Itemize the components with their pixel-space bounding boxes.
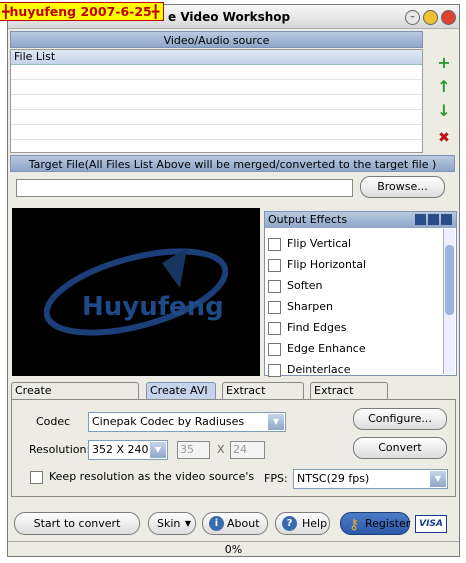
video-preview: Huyufeng — [12, 208, 260, 376]
close-button[interactable] — [441, 10, 456, 25]
file-list-header: File List — [11, 50, 422, 65]
effects-scrollbar[interactable] — [443, 229, 455, 374]
arrow-down-icon: ↓ — [437, 101, 451, 120]
chevron-down-icon[interactable] — [428, 214, 439, 225]
help-icon: ? — [282, 516, 297, 531]
effect-checkbox[interactable] — [268, 321, 281, 335]
effect-label: Edge Enhance — [287, 342, 366, 355]
effect-item[interactable]: Flip Vertical — [268, 234, 351, 253]
browse-button[interactable]: Browse... — [360, 176, 445, 198]
effect-label: Sharpen — [287, 300, 333, 313]
width-input[interactable]: 35 — [177, 441, 210, 459]
effects-header: Output Effects — [265, 212, 456, 228]
tab-extract-image[interactable]: Extract Image — [310, 382, 388, 413]
tab-create-vcd-svcd-dvd[interactable]: Create VCD/SVCD/DVD — [11, 382, 139, 413]
effects-menu-icon[interactable] — [415, 214, 426, 225]
tab-extract-audio[interactable]: Extract Audio — [222, 382, 304, 413]
window-title-prefix: e — [168, 10, 177, 24]
effect-checkbox[interactable] — [268, 237, 281, 251]
codec-label: Codec — [36, 415, 71, 428]
target-file-input[interactable] — [16, 179, 353, 197]
effect-item[interactable]: Flip Horizontal — [268, 255, 366, 274]
target-header: Target File(All Files List Above will be… — [10, 155, 455, 172]
codec-value: Cinepak Codec by Radiuses — [92, 415, 245, 428]
chevron-down-icon[interactable]: ▼ — [430, 471, 446, 487]
file-list[interactable]: File List — [10, 49, 423, 153]
source-header: Video/Audio source — [10, 31, 423, 48]
add-file-button[interactable]: + — [433, 53, 455, 73]
keep-resolution-checkbox[interactable] — [30, 470, 43, 484]
effect-item[interactable]: Find Edges — [268, 318, 346, 337]
configure-button[interactable]: Configure... — [353, 408, 447, 430]
keep-resolution-label: Keep resolution as the video source's — [49, 470, 255, 483]
effect-label: Find Edges — [287, 321, 347, 334]
list-item[interactable] — [11, 110, 422, 125]
help-button[interactable]: ? Help — [275, 512, 330, 535]
resolution-select[interactable]: 352 X 240 ▼ — [88, 440, 168, 460]
info-icon: i — [209, 516, 224, 531]
height-input[interactable]: 24 — [230, 441, 265, 459]
move-up-button[interactable]: ↑ — [433, 77, 455, 97]
arrow-up-icon: ↑ — [437, 77, 451, 96]
list-item[interactable] — [11, 95, 422, 110]
effect-label: Deinterlace — [287, 363, 351, 376]
minimize-button[interactable]: – — [405, 10, 420, 25]
effect-label: Soften — [287, 279, 323, 292]
plus-icon: + — [437, 53, 451, 72]
keep-resolution-option[interactable]: Keep resolution as the video source's — [30, 470, 254, 484]
effect-item[interactable]: Deinterlace — [268, 360, 350, 379]
window-title-wrap: e Video Workshop — [168, 10, 290, 24]
list-item[interactable] — [11, 125, 422, 140]
chevron-down-icon[interactable]: ▼ — [150, 442, 166, 458]
convert-button[interactable]: Convert — [353, 437, 447, 459]
effect-label: Flip Horizontal — [287, 258, 367, 271]
skin-label: Skin — [157, 517, 181, 530]
about-label: About — [227, 517, 260, 530]
tab-create-avi[interactable]: Create AVI — [146, 382, 216, 399]
window-title: Video Workshop — [180, 10, 291, 24]
about-button[interactable]: i About — [202, 512, 268, 535]
delete-x-icon: ✖ — [438, 130, 450, 146]
register-button[interactable]: ⚷ Register — [340, 512, 410, 535]
resolution-label: Resolution: — [29, 443, 91, 456]
effect-checkbox[interactable] — [268, 258, 281, 272]
effect-item[interactable]: Soften — [268, 276, 322, 295]
effect-item[interactable]: Sharpen — [268, 297, 333, 316]
chevron-up-icon[interactable] — [441, 214, 452, 225]
size-separator: X — [217, 443, 225, 456]
effect-item[interactable]: Edge Enhance — [268, 339, 366, 358]
effect-label: Flip Vertical — [287, 237, 352, 250]
help-label: Help — [302, 517, 328, 530]
progress-text: 0% — [224, 543, 243, 556]
remove-file-button[interactable]: ✖ — [433, 128, 455, 148]
codec-select[interactable]: Cinepak Codec by Radiuses ▼ — [88, 412, 286, 432]
chevron-down-icon[interactable]: ▼ — [268, 414, 284, 430]
effect-checkbox[interactable] — [268, 342, 281, 356]
visa-logo: VISA — [415, 515, 447, 533]
resolution-value: 352 X 240 — [92, 443, 149, 456]
create-avi-panel: Codec Cinepak Codec by Radiuses ▼ Configu… — [11, 399, 456, 497]
effect-checkbox[interactable] — [268, 363, 281, 377]
watermark-banner: ╋huyufeng 2007-6-25╋ — [0, 2, 165, 21]
list-item[interactable] — [11, 80, 422, 95]
list-item[interactable] — [11, 65, 422, 80]
skin-button[interactable]: Skin ▼ — [148, 512, 196, 535]
effect-checkbox[interactable] — [268, 300, 281, 314]
move-down-button[interactable]: ↓ — [433, 101, 455, 121]
progress-bar: 0% — [8, 541, 459, 556]
chevron-down-icon: ▼ — [184, 519, 191, 528]
effect-checkbox[interactable] — [268, 279, 281, 293]
output-effects-panel: Output Effects Flip Vertical Flip Horizon… — [264, 211, 457, 379]
key-icon: ⚷ — [349, 517, 360, 533]
fps-label: FPS: — [264, 472, 288, 485]
app-window: e Video Workshop – Video/Audio source Fi… — [7, 4, 460, 557]
start-convert-button[interactable]: Start to convert — [14, 512, 140, 535]
fps-value: NTSC(29 fps) — [297, 472, 370, 485]
maximize-button[interactable] — [423, 10, 438, 25]
effects-title: Output Effects — [268, 213, 348, 226]
scroll-thumb[interactable] — [445, 245, 454, 315]
register-label: Register — [365, 517, 411, 530]
fps-select[interactable]: NTSC(29 fps) ▼ — [293, 469, 448, 489]
preview-logo-text: Huyufeng — [82, 292, 224, 322]
